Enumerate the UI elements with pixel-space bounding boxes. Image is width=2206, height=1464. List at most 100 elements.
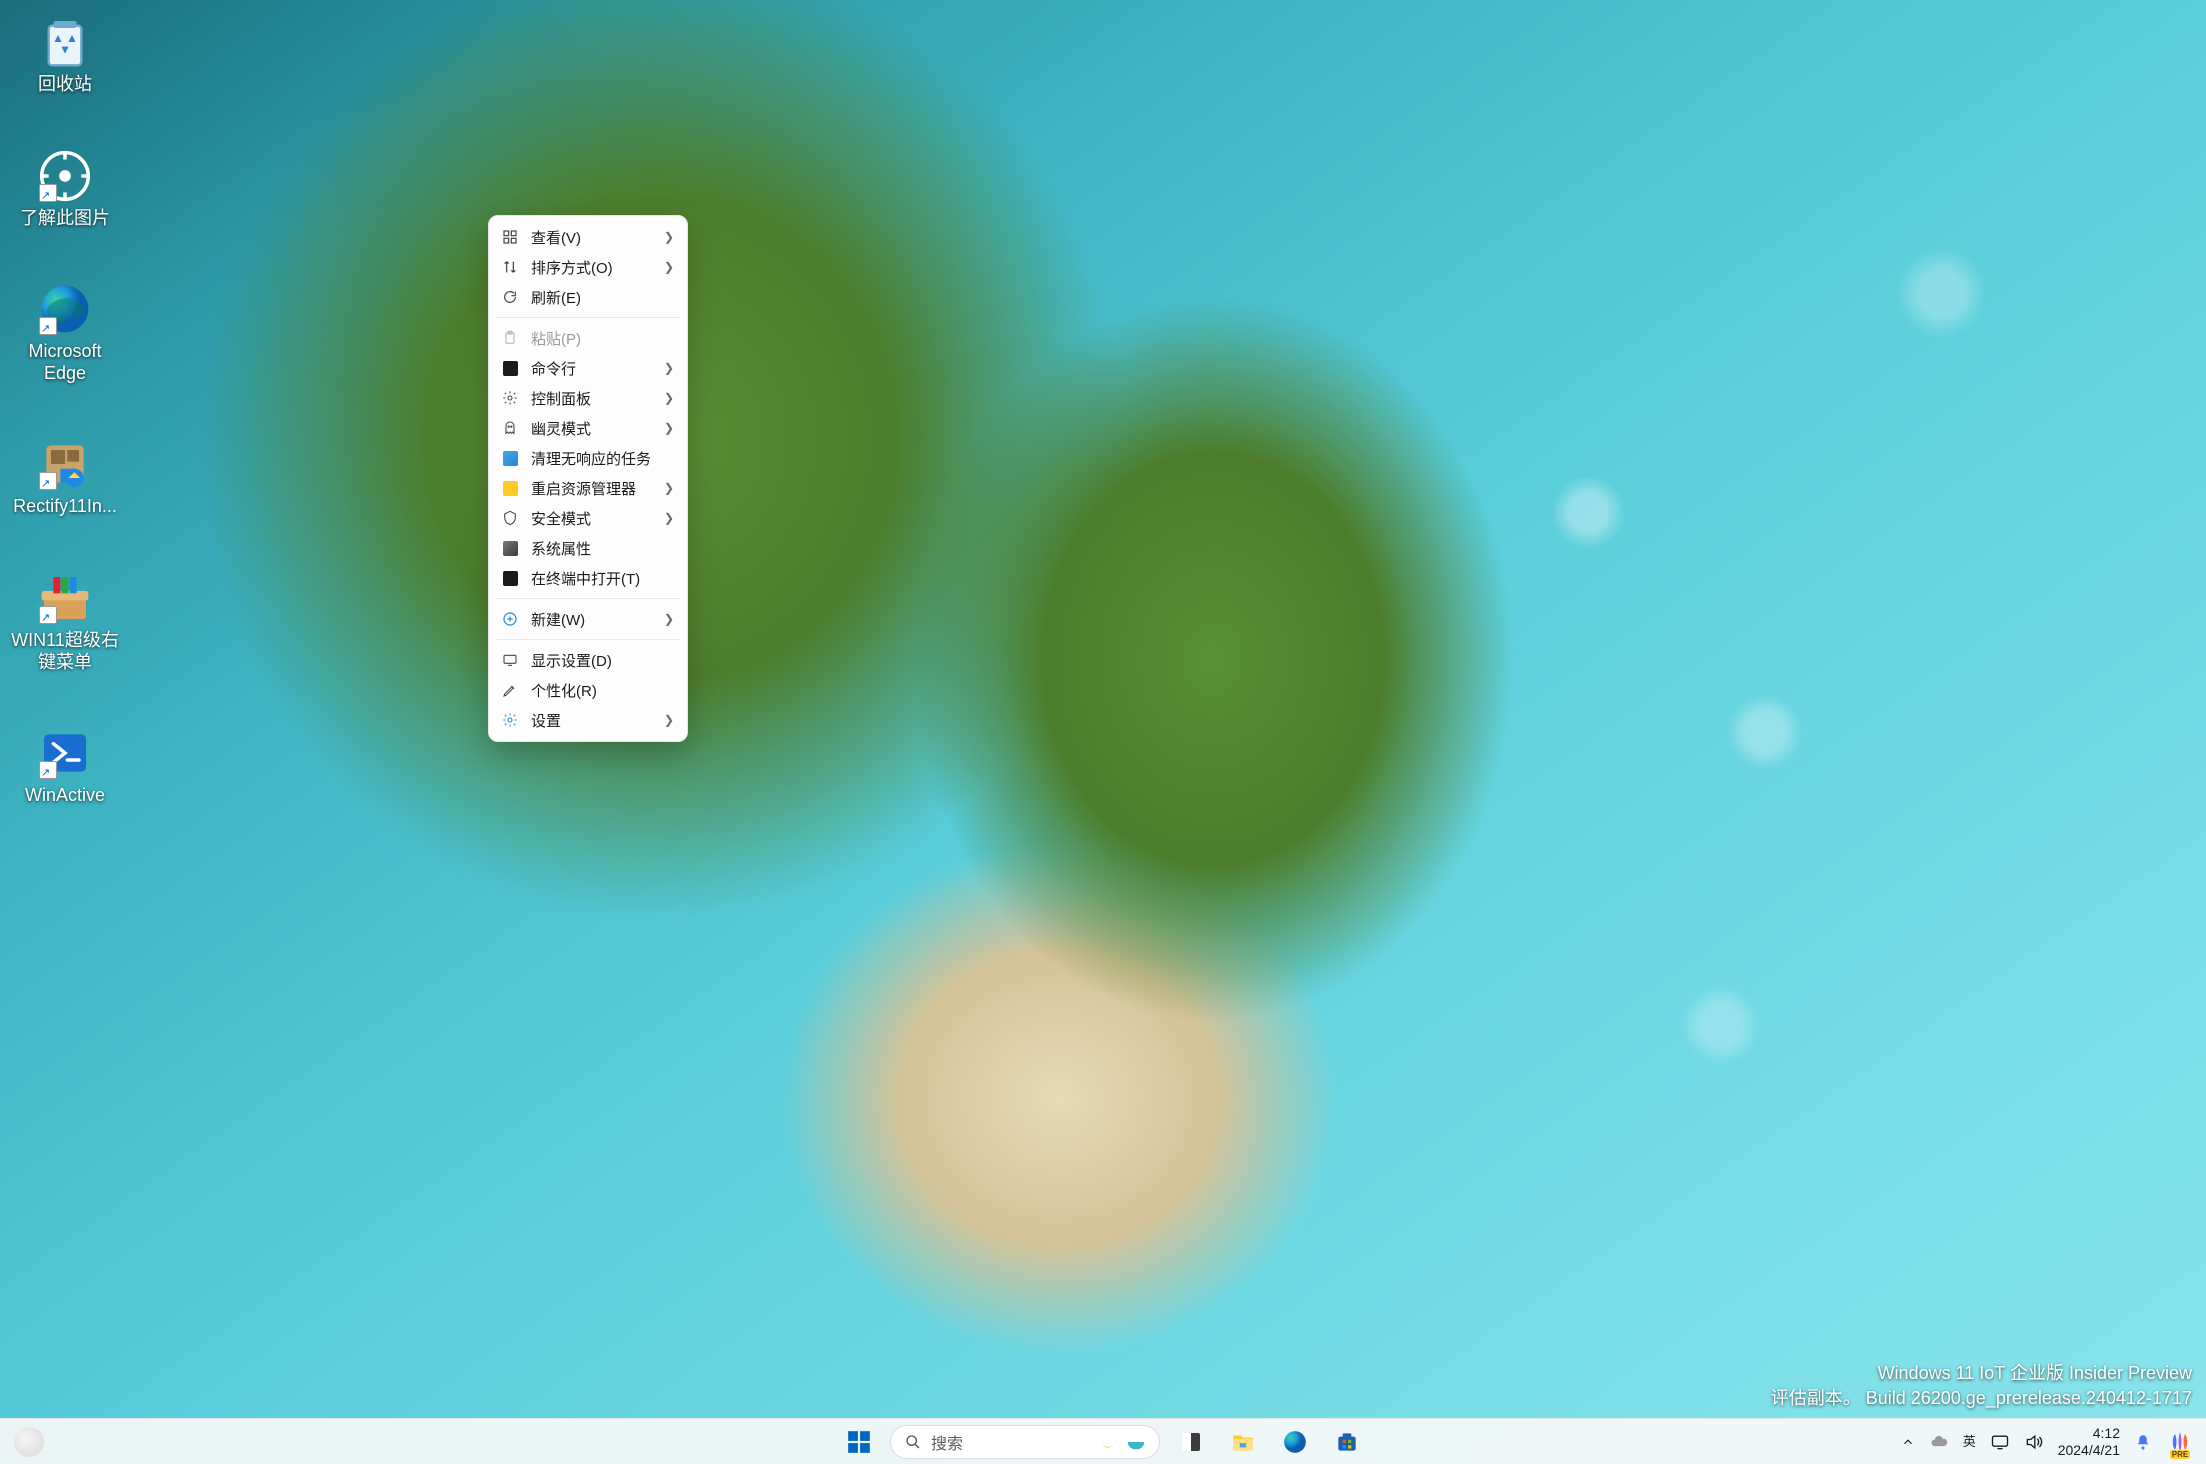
file-explorer-icon (1230, 1429, 1256, 1455)
ctx-item-display[interactable]: 显示设置(D) (489, 645, 687, 675)
grid-icon (501, 228, 519, 246)
desktop-icon-label: Rectify11In... (13, 496, 117, 518)
banana-icon (1099, 1431, 1121, 1453)
cmd-icon (501, 359, 519, 377)
edge-button[interactable] (1274, 1421, 1316, 1463)
gear-icon (501, 389, 519, 407)
chevron-up-icon (1901, 1435, 1915, 1449)
ctx-item-cpl[interactable]: 控制面板 ❯ (489, 383, 687, 413)
refresh-icon (501, 288, 519, 306)
desktop-icon-winactive[interactable]: WinActive (10, 725, 120, 807)
start-button[interactable] (838, 1421, 880, 1463)
search-decoration (1099, 1431, 1147, 1453)
ctx-item-restart-ex[interactable]: 重启资源管理器❯ (489, 473, 687, 503)
taskbar-tray: 英 4:12 2024/4/21 PRE (1901, 1425, 2194, 1457)
windows-logo-icon (846, 1429, 872, 1455)
ctx-item-label: 系统属性 (531, 538, 675, 559)
chevron-right-icon: ❯ (663, 230, 675, 244)
clock-date: 2024/4/21 (2058, 1442, 2120, 1458)
ctx-item-label: 刷新(E) (531, 287, 675, 308)
search-icon (905, 1434, 921, 1450)
safemode-icon (501, 509, 519, 527)
desktop-wallpaper[interactable]: 回收站 了解此图片 Microsoft Edge Rectify11In... (0, 0, 2206, 1464)
ctx-item-label: 在终端中打开(T) (531, 568, 675, 589)
ctx-item-personal[interactable]: 个性化(R) (489, 675, 687, 705)
ctx-item-label: 安全模式 (531, 508, 651, 529)
new-icon (501, 610, 519, 628)
microsoft-store-icon (1334, 1429, 1360, 1455)
ctx-item-safemode[interactable]: 安全模式 ❯ (489, 503, 687, 533)
edge-icon (1282, 1429, 1308, 1455)
desktop-icon-win11-menu[interactable]: WIN11超级右键菜单 (10, 570, 120, 673)
ctx-item-kill[interactable]: 清理无响应的任务 (489, 443, 687, 473)
bowl-icon (1125, 1431, 1147, 1453)
ctx-item-new[interactable]: 新建(W)❯ (489, 604, 687, 634)
ctx-item-label: 粘贴(P) (531, 328, 675, 349)
desktop-icon-rectify11[interactable]: Rectify11In... (10, 436, 120, 518)
sort-icon (501, 258, 519, 276)
desktop-icon-label: 了解此图片 (20, 208, 110, 230)
chevron-right-icon: ❯ (663, 481, 675, 495)
desktop-icon-edge[interactable]: Microsoft Edge (10, 281, 120, 384)
taskbar-search[interactable]: 搜索 (890, 1425, 1160, 1459)
ctx-item-label: 命令行 (531, 358, 651, 379)
ctx-item-cmd[interactable]: 命令行❯ (489, 353, 687, 383)
ctx-item-terminal[interactable]: 在终端中打开(T) (489, 563, 687, 593)
paste-icon (501, 329, 519, 347)
display-icon (501, 651, 519, 669)
ctx-item-ghost[interactable]: 幽灵模式 ❯ (489, 413, 687, 443)
network-tray-icon[interactable] (1990, 1432, 2010, 1452)
clock-time: 4:12 (2058, 1425, 2120, 1441)
ctx-item-settings[interactable]: 设置 ❯ (489, 705, 687, 735)
windows-watermark: Windows 11 IoT 企业版 Insider Preview 评估副本。… (1771, 1361, 2192, 1410)
ctx-item-label: 设置 (531, 710, 651, 731)
ctx-item-label: 显示设置(D) (531, 650, 675, 671)
ctx-item-sort[interactable]: 排序方式(O) ❯ (489, 252, 687, 282)
ctx-item-sysprops[interactable]: 系统属性 (489, 533, 687, 563)
chevron-right-icon: ❯ (663, 511, 675, 525)
ctx-item-label: 控制面板 (531, 388, 651, 409)
ctx-item-label: 查看(V) (531, 227, 651, 248)
onedrive-tray-icon[interactable] (1929, 1432, 1949, 1452)
desktop-icon-about-image[interactable]: 了解此图片 (10, 148, 120, 230)
task-view-button[interactable] (1170, 1421, 1212, 1463)
store-button[interactable] (1326, 1421, 1368, 1463)
volume-tray-icon[interactable] (2024, 1432, 2044, 1452)
notifications-button[interactable] (2134, 1433, 2152, 1451)
tray-overflow-button[interactable] (1901, 1435, 1915, 1449)
task-view-icon (1179, 1430, 1203, 1454)
edge-icon (37, 281, 93, 337)
taskbar-clock[interactable]: 4:12 2024/4/21 (2058, 1425, 2120, 1457)
chevron-right-icon: ❯ (663, 391, 675, 405)
ctx-item-label: 排序方式(O) (531, 257, 651, 278)
ime-indicator[interactable]: 英 (1963, 1435, 1976, 1448)
desktop-icon-recycle-bin[interactable]: 回收站 (10, 14, 120, 96)
cleanup-icon (501, 449, 519, 467)
explorer-button[interactable] (1222, 1421, 1264, 1463)
rectify11-icon (37, 436, 93, 492)
ctx-item-label: 幽灵模式 (531, 418, 651, 439)
settings-icon (501, 711, 519, 729)
explorer-icon (501, 479, 519, 497)
about-image-icon (37, 148, 93, 204)
weather-icon (14, 1427, 44, 1457)
sysprops-icon (501, 539, 519, 557)
taskbar-weather-widget[interactable] (14, 1427, 44, 1457)
watermark-line2: 评估副本。 Build 26200.ge_prerelease.240412-1… (1771, 1386, 2192, 1410)
taskbar-center: 搜索 (838, 1421, 1368, 1463)
ctx-item-refresh[interactable]: 刷新(E) (489, 282, 687, 312)
ctx-item-view[interactable]: 查看(V) ❯ (489, 222, 687, 252)
ctx-item-label: 个性化(R) (531, 680, 675, 701)
copilot-badge: PRE (2170, 1450, 2190, 1459)
powershell-icon (37, 725, 93, 781)
desktop-icon-label: WinActive (25, 785, 105, 807)
chevron-right-icon: ❯ (663, 713, 675, 727)
chevron-right-icon: ❯ (663, 260, 675, 274)
taskbar: 搜索 英 (0, 1418, 2206, 1464)
desktop-icons: 回收站 了解此图片 Microsoft Edge Rectify11In... (10, 14, 120, 807)
recycle-bin-icon (37, 14, 93, 70)
terminal-icon (501, 569, 519, 587)
copilot-button[interactable]: PRE (2166, 1428, 2194, 1456)
chevron-right-icon: ❯ (663, 421, 675, 435)
ctx-item-label: 清理无响应的任务 (531, 448, 675, 469)
